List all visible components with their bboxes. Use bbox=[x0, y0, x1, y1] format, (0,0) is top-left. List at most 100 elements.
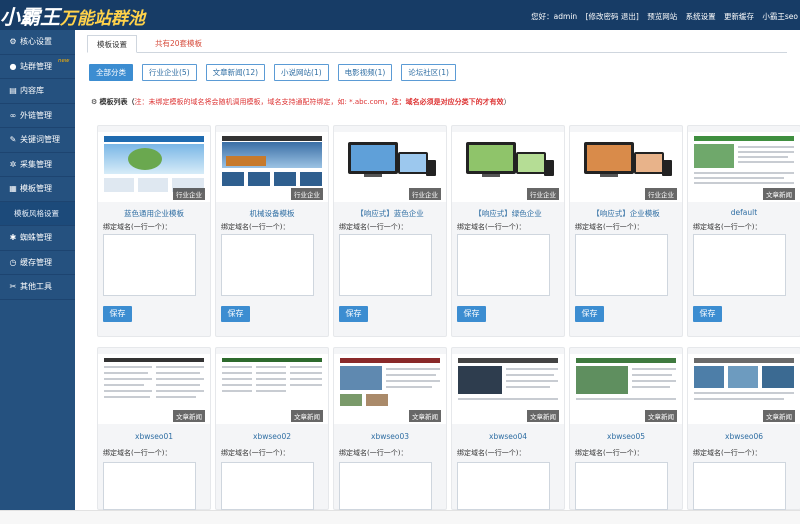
template-name-link[interactable]: 【响应式】企业模板 bbox=[570, 208, 682, 219]
bind-domain-textarea[interactable] bbox=[221, 234, 314, 296]
template-preview-image[interactable]: 文章新闻 bbox=[570, 354, 682, 424]
template-preview-image[interactable]: 行业企业 bbox=[216, 132, 328, 202]
bind-domain-textarea[interactable] bbox=[103, 234, 196, 296]
filter-novel[interactable]: 小说网站(1) bbox=[274, 64, 329, 81]
template-card: 行业企业 【响应式】企业模板 绑定域名(一行一个)： 保存 bbox=[569, 125, 683, 337]
template-preview-image[interactable]: 文章新闻 bbox=[688, 132, 800, 202]
bind-domain-textarea[interactable] bbox=[693, 234, 786, 296]
update-cache-link[interactable]: 更新缓存 bbox=[724, 12, 754, 21]
bind-domain-label: 绑定域名(一行一个)： bbox=[103, 449, 172, 457]
sidebar-item-templates[interactable]: ▦ 模板管理 bbox=[0, 177, 75, 202]
save-button[interactable]: 保存 bbox=[221, 306, 250, 322]
template-name-link[interactable]: xbwseo01 bbox=[98, 432, 210, 441]
sidebar: ⚙ 核心设置 ● 站群管理 new ▤ 内容库 ∞ 外链管理 ✎ 关键词管理 ✲… bbox=[0, 30, 75, 510]
template-preview-image[interactable]: 文章新闻 bbox=[216, 354, 328, 424]
template-preview-image[interactable]: 行业企业 bbox=[570, 132, 682, 202]
sidebar-item-template-style-settings[interactable]: 模板风格设置 bbox=[0, 201, 75, 226]
category-filter-bar: 全部分类 行业企业(5) 文章新闻(12) 小说网站(1) 电影视频(1) 论坛… bbox=[89, 64, 456, 81]
template-name-link[interactable]: xbwseo04 bbox=[452, 432, 564, 441]
change-password-logout-link[interactable]: [修改密码 退出] bbox=[586, 12, 639, 21]
category-tag: 文章新闻 bbox=[173, 410, 205, 422]
save-button[interactable]: 保存 bbox=[103, 306, 132, 322]
template-card: 文章新闻 xbwseo01 绑定域名(一行一个)： bbox=[97, 347, 211, 510]
bind-domain-label: 绑定域名(一行一个)： bbox=[221, 223, 290, 231]
bind-domain-textarea[interactable] bbox=[575, 234, 668, 296]
tools-icon: ✂ bbox=[9, 282, 17, 292]
template-name-link[interactable]: xbwseo05 bbox=[570, 432, 682, 441]
template-name-link[interactable]: xbwseo03 bbox=[334, 432, 446, 441]
template-card: 文章新闻 xbwseo06 绑定域名(一行一个)： bbox=[687, 347, 800, 510]
category-tag: 行业企业 bbox=[173, 188, 205, 200]
greeting-text: 您好：admin bbox=[531, 12, 578, 21]
save-button[interactable]: 保存 bbox=[457, 306, 486, 322]
bind-domain-textarea[interactable] bbox=[103, 462, 196, 510]
category-tag: 行业企业 bbox=[527, 188, 559, 200]
gear-icon: ⚙ bbox=[9, 37, 17, 47]
bind-domain-textarea[interactable] bbox=[457, 462, 550, 510]
filter-forum[interactable]: 论坛社区(1) bbox=[401, 64, 456, 81]
link-icon: ∞ bbox=[9, 110, 17, 120]
template-preview-image[interactable]: 文章新闻 bbox=[98, 354, 210, 424]
sidebar-item-site-group[interactable]: ● 站群管理 new bbox=[0, 55, 75, 79]
top-header: 小霸王万能站群池 您好：admin [修改密码 退出] 预览网站 系统设置 更新… bbox=[0, 0, 800, 30]
user-icon: ● bbox=[9, 61, 17, 71]
sidebar-item-core-settings[interactable]: ⚙ 核心设置 bbox=[0, 30, 75, 55]
new-badge: new bbox=[58, 57, 70, 64]
template-preview-image[interactable]: 文章新闻 bbox=[334, 354, 446, 424]
bind-domain-label: 绑定域名(一行一个)： bbox=[103, 223, 172, 231]
sidebar-item-collection[interactable]: ✲ 采集管理 bbox=[0, 153, 75, 177]
filter-news[interactable]: 文章新闻(12) bbox=[205, 64, 266, 81]
template-name-link[interactable]: default bbox=[688, 208, 800, 217]
window-bottom-bar bbox=[0, 510, 800, 524]
template-name-link[interactable]: 【响应式】绿色企业 bbox=[452, 208, 564, 219]
tab-bar: 模板设置 共有20套模板 bbox=[87, 35, 787, 53]
filter-all[interactable]: 全部分类 bbox=[89, 64, 133, 81]
template-name-link[interactable]: 蓝色通用企业模板 bbox=[98, 208, 210, 219]
app-logo[interactable]: 小霸王万能站群池 bbox=[0, 1, 145, 29]
bind-domain-textarea[interactable] bbox=[693, 462, 786, 510]
template-name-link[interactable]: 机械设备模板 bbox=[216, 208, 328, 219]
sidebar-item-cache[interactable]: ◷ 缓存管理 bbox=[0, 251, 75, 275]
bind-domain-label: 绑定域名(一行一个)： bbox=[221, 449, 290, 457]
category-tag: 文章新闻 bbox=[291, 410, 323, 422]
template-preview-image[interactable]: 文章新闻 bbox=[452, 354, 564, 424]
system-settings-link[interactable]: 系统设置 bbox=[686, 12, 716, 21]
filter-video[interactable]: 电影视频(1) bbox=[337, 64, 393, 81]
template-name-link[interactable]: xbwseo06 bbox=[688, 432, 800, 441]
document-icon: ▤ bbox=[9, 86, 17, 96]
bind-domain-textarea[interactable] bbox=[221, 462, 314, 510]
tab-template-settings[interactable]: 模板设置 bbox=[87, 35, 137, 53]
template-preview-image[interactable]: 行业企业 bbox=[98, 132, 210, 202]
template-name-link[interactable]: xbwseo02 bbox=[216, 432, 328, 441]
bind-domain-textarea[interactable] bbox=[339, 234, 432, 296]
bind-domain-label: 绑定域名(一行一个)： bbox=[693, 223, 762, 231]
category-tag: 文章新闻 bbox=[763, 188, 795, 200]
template-card: 文章新闻 xbwseo03 绑定域名(一行一个)： bbox=[333, 347, 447, 510]
sidebar-item-spiders[interactable]: ✱ 蜘蛛管理 bbox=[0, 226, 75, 251]
gear-icon: ✲ bbox=[9, 159, 17, 169]
bind-domain-textarea[interactable] bbox=[575, 462, 668, 510]
template-preview-image[interactable]: 行业企业 bbox=[334, 132, 446, 202]
save-button[interactable]: 保存 bbox=[575, 306, 604, 322]
grid-icon: ▦ bbox=[9, 184, 17, 194]
filter-industry[interactable]: 行业企业(5) bbox=[142, 64, 197, 81]
sidebar-item-other-tools[interactable]: ✂ 其他工具 bbox=[0, 275, 75, 300]
bind-domain-label: 绑定域名(一行一个)： bbox=[339, 223, 408, 231]
template-card: 行业企业 【响应式】绿色企业 绑定域名(一行一个)： 保存 bbox=[451, 125, 565, 337]
bind-domain-textarea[interactable] bbox=[457, 234, 550, 296]
brand-link[interactable]: 小霸王seo bbox=[762, 12, 798, 21]
sidebar-item-keywords[interactable]: ✎ 关键词管理 bbox=[0, 128, 75, 153]
template-name-link[interactable]: 【响应式】蓝色企业 bbox=[334, 208, 446, 219]
category-tag: 文章新闻 bbox=[527, 410, 559, 422]
category-tag: 文章新闻 bbox=[763, 410, 795, 422]
sidebar-item-external-links[interactable]: ∞ 外链管理 bbox=[0, 104, 75, 128]
bind-domain-textarea[interactable] bbox=[339, 462, 432, 510]
sidebar-item-content-library[interactable]: ▤ 内容库 bbox=[0, 79, 75, 104]
bind-domain-label: 绑定域名(一行一个)： bbox=[575, 223, 644, 231]
template-preview-image[interactable]: 行业企业 bbox=[452, 132, 564, 202]
template-preview-image[interactable]: 文章新闻 bbox=[688, 354, 800, 424]
save-button[interactable]: 保存 bbox=[693, 306, 722, 322]
save-button[interactable]: 保存 bbox=[339, 306, 368, 322]
template-card: 行业企业 【响应式】蓝色企业 绑定域名(一行一个)： 保存 bbox=[333, 125, 447, 337]
preview-site-link[interactable]: 预览网站 bbox=[647, 12, 677, 21]
